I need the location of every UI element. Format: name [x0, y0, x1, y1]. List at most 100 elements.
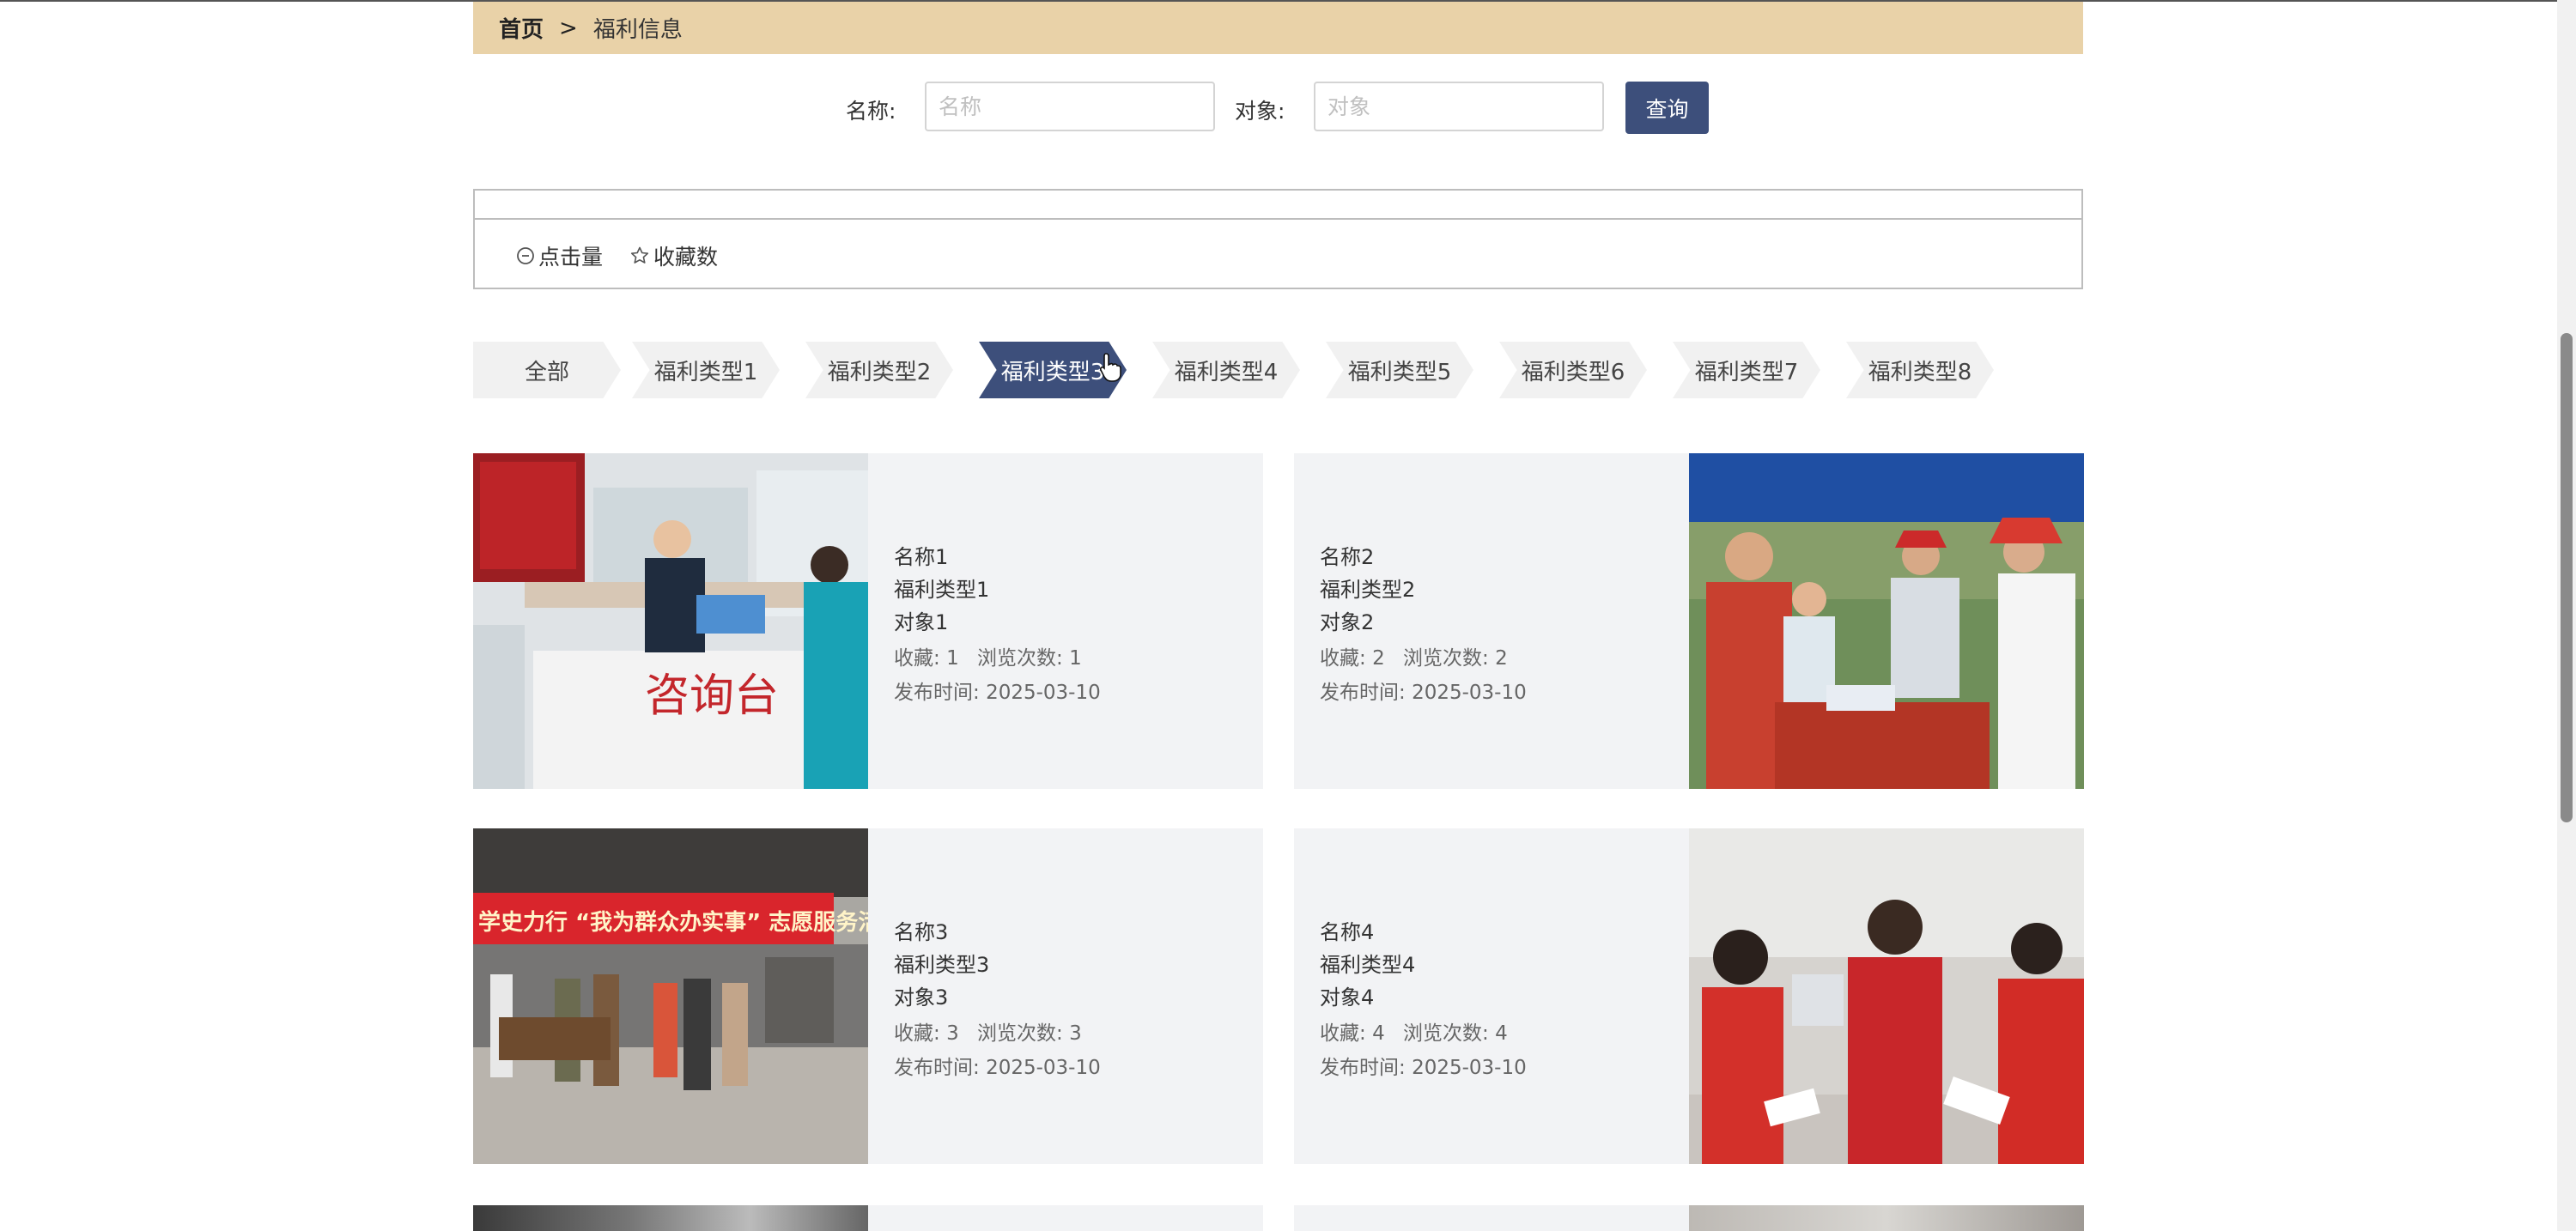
sort-clicks-label: 点击量 [538, 245, 604, 270]
card-info: 名称4 福利类型4 对象4 收藏: 4 浏览次数: 4 发布时间: 2025-0… [1294, 828, 1672, 1164]
card-time: 发布时间: 2025-03-10 [1320, 676, 1527, 705]
welfare-card[interactable]: 学史力行 “我为群众办实事” 志愿服务活动 名称3 福利类型3 对象3 收藏: … [473, 828, 1263, 1164]
category-label: 福利类型4 [1174, 359, 1279, 385]
card-stats: 收藏: 3 浏览次数: 3 [894, 1016, 1082, 1046]
desk-sign-text: 咨询台 [645, 670, 779, 722]
category-label: 福利类型1 [653, 359, 758, 385]
fav-label: 收藏: [894, 647, 940, 670]
consultation-desk-photo: 咨询台 [473, 453, 868, 789]
volunteer-tent-photo: 学史力行 “我为群众办实事” 志愿服务活动 [473, 828, 902, 1164]
card-time: 发布时间: 2025-03-10 [894, 676, 1101, 705]
card-name: 名称3 [894, 920, 949, 944]
target-label: 对象: [1235, 99, 1285, 124]
welfare-card[interactable]: 名称4 福利类型4 对象4 收藏: 4 浏览次数: 4 发布时间: 2025-0… [1294, 828, 2084, 1164]
category-type-7[interactable]: 福利类型7 [1673, 342, 1820, 398]
card-photo [473, 1205, 868, 1231]
clock-icon [516, 246, 535, 265]
card-photo [1689, 1205, 2084, 1231]
card-name: 名称2 [1320, 545, 1375, 569]
outdoor-service-photo [1689, 453, 2084, 789]
time-value: 2025-03-10 [986, 682, 1101, 704]
time-label: 发布时间: [1320, 1057, 1406, 1079]
sort-by-favorites[interactable]: 收藏数 [629, 240, 718, 271]
category-label: 福利类型3 [1000, 359, 1105, 385]
name-label: 名称: [846, 99, 896, 124]
category-type-2[interactable]: 福利类型2 [805, 342, 953, 398]
card-type: 福利类型2 [1320, 578, 1416, 602]
card-time: 发布时间: 2025-03-10 [1320, 1051, 1527, 1080]
welfare-card[interactable]: 名称2 福利类型2 对象2 收藏: 2 浏览次数: 2 发布时间: 2025-0… [1294, 453, 2084, 789]
views-label: 浏览次数: [977, 647, 1063, 670]
card-info [868, 1205, 1263, 1231]
category-type-5[interactable]: 福利类型5 [1326, 342, 1473, 398]
welfare-card[interactable] [473, 1205, 1263, 1231]
card-info [1294, 1205, 1689, 1231]
time-label: 发布时间: [894, 1057, 980, 1079]
card-stats: 收藏: 2 浏览次数: 2 [1320, 641, 1508, 670]
views-count: 1 [1069, 647, 1082, 670]
scrollbar-thumb[interactable] [2561, 333, 2573, 822]
time-value: 2025-03-10 [1412, 682, 1527, 704]
category-type-1[interactable]: 福利类型1 [632, 342, 780, 398]
card-type: 福利类型3 [894, 953, 990, 977]
views-count: 3 [1069, 1022, 1082, 1045]
category-type-8[interactable]: 福利类型8 [1846, 342, 1994, 398]
card-info: 名称3 福利类型3 对象3 收藏: 3 浏览次数: 3 发布时间: 2025-0… [868, 828, 1246, 1164]
fav-count: 2 [1372, 647, 1385, 670]
sort-panel: 点击量 收藏数 [473, 189, 2083, 289]
volunteer-banner-text: 学史力行 “我为群众办实事” 志愿服务活动 [478, 909, 868, 936]
home-visit-photo [1689, 828, 2084, 1164]
page-scrollbar[interactable] [2557, 0, 2576, 1231]
category-label: 福利类型6 [1521, 359, 1625, 385]
card-target: 对象1 [894, 610, 949, 634]
card-stats: 收藏: 4 浏览次数: 4 [1320, 1016, 1508, 1046]
views-label: 浏览次数: [977, 1022, 1063, 1045]
welfare-card[interactable] [1294, 1205, 2084, 1231]
fav-count: 4 [1372, 1022, 1385, 1045]
card-info: 名称1 福利类型1 对象1 收藏: 1 浏览次数: 1 发布时间: 2025-0… [868, 453, 1246, 789]
card-target: 对象2 [1320, 610, 1375, 634]
views-count: 4 [1495, 1022, 1508, 1045]
fav-count: 3 [946, 1022, 959, 1045]
category-type-6[interactable]: 福利类型6 [1499, 342, 1647, 398]
query-button[interactable]: 查询 [1625, 82, 1709, 134]
time-label: 发布时间: [1320, 682, 1406, 704]
breadcrumb: 首页 > 福利信息 [473, 2, 2083, 54]
card-target: 对象4 [1320, 985, 1375, 1010]
category-type-4[interactable]: 福利类型4 [1152, 342, 1300, 398]
card-type: 福利类型1 [894, 578, 990, 602]
fav-label: 收藏: [894, 1022, 940, 1045]
card-stats: 收藏: 1 浏览次数: 1 [894, 641, 1082, 670]
breadcrumb-current: 福利信息 [592, 17, 683, 43]
category-label: 福利类型2 [827, 359, 932, 385]
card-type: 福利类型4 [1320, 953, 1416, 977]
views-label: 浏览次数: [1403, 647, 1489, 670]
welfare-card[interactable]: 咨询台 名称1 福利类型1 对象1 收藏: 1 浏览次数: 1 发布时间: 20… [473, 453, 1263, 789]
name-input[interactable] [925, 82, 1215, 131]
sort-divider [475, 218, 2081, 220]
category-label: 全部 [524, 359, 569, 385]
sort-by-clicks[interactable]: 点击量 [516, 240, 603, 271]
fav-count: 1 [946, 647, 959, 670]
category-label: 福利类型8 [1868, 359, 1972, 385]
breadcrumb-home-link[interactable]: 首页 [499, 12, 544, 44]
time-label: 发布时间: [894, 682, 980, 704]
target-input[interactable] [1314, 82, 1604, 131]
card-name: 名称1 [894, 545, 949, 569]
views-label: 浏览次数: [1403, 1022, 1489, 1045]
breadcrumb-separator: > [559, 15, 578, 41]
card-name: 名称4 [1320, 920, 1375, 944]
time-value: 2025-03-10 [986, 1057, 1101, 1079]
card-target: 对象3 [894, 985, 949, 1010]
star-icon [629, 246, 650, 266]
category-label: 福利类型7 [1694, 359, 1799, 385]
category-label: 福利类型5 [1347, 359, 1452, 385]
fav-label: 收藏: [1320, 647, 1366, 670]
card-info: 名称2 福利类型2 对象2 收藏: 2 浏览次数: 2 发布时间: 2025-0… [1294, 453, 1672, 789]
fav-label: 收藏: [1320, 1022, 1366, 1045]
views-count: 2 [1495, 647, 1508, 670]
hand-cursor-icon [1099, 352, 1121, 386]
category-all[interactable]: 全部 [473, 342, 621, 398]
category-tabs: 全部 福利类型1 福利类型2 福利类型3 福利类型4 福利类型5 福利类型6 福… [473, 342, 2083, 398]
time-value: 2025-03-10 [1412, 1057, 1527, 1079]
